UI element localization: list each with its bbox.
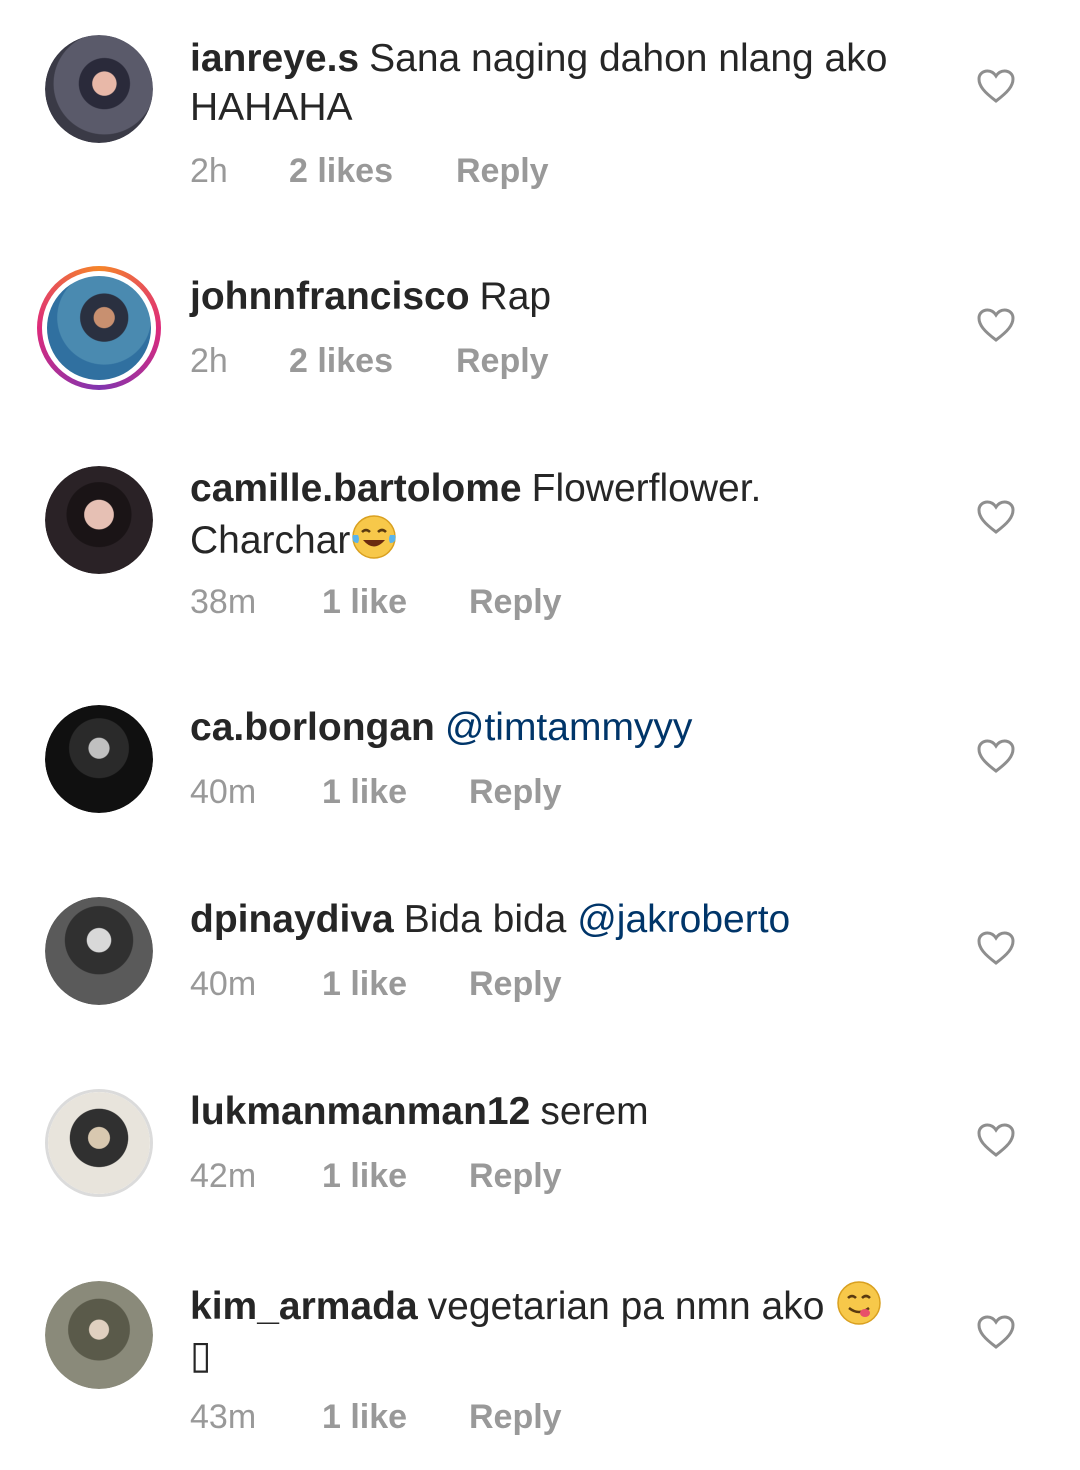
reply-button[interactable]: Reply	[469, 1398, 562, 1437]
comment-meta: 40m 1 like Reply	[190, 965, 562, 1004]
avatar[interactable]	[45, 35, 153, 143]
comment-time: 43m	[190, 1398, 257, 1436]
comment-username[interactable]: dpinaydiva	[190, 898, 394, 941]
reply-button[interactable]: Reply	[469, 773, 562, 812]
yum-emoji-icon	[837, 1281, 881, 1325]
comment-text: serem	[540, 1090, 649, 1133]
comment-likes[interactable]: 1 like	[322, 1157, 469, 1196]
reply-button[interactable]: Reply	[456, 152, 549, 191]
trailing-glyph: ▯	[190, 1334, 212, 1377]
comment-meta: 2h 2 likes Reply	[190, 342, 549, 381]
comment-body: lukmanmanman12 serem	[190, 1087, 930, 1136]
avatar[interactable]	[45, 897, 153, 1005]
comment-mention-link[interactable]: @jakroberto	[577, 898, 790, 941]
comment-meta: 38m 1 like Reply	[190, 583, 562, 622]
avatar[interactable]	[45, 1281, 153, 1389]
reply-button[interactable]: Reply	[456, 342, 549, 381]
avatar[interactable]	[45, 466, 153, 574]
comment-likes[interactable]: 1 like	[322, 773, 469, 812]
comment-username[interactable]: lukmanmanman12	[190, 1090, 530, 1133]
comment-time: 40m	[190, 773, 257, 811]
comment-likes[interactable]: 1 like	[322, 583, 469, 622]
comment-likes[interactable]: 2 likes	[289, 342, 456, 381]
heart-icon[interactable]	[976, 499, 1016, 535]
comment-username[interactable]: ianreye.s	[190, 37, 359, 80]
comment-likes[interactable]: 2 likes	[289, 152, 456, 191]
comment-body: camille.bartolome Flowerflower. Charchar	[190, 464, 930, 565]
heart-icon[interactable]	[976, 930, 1016, 966]
comment-body: dpinaydiva Bida bida @jakroberto	[190, 895, 930, 944]
heart-icon[interactable]	[976, 738, 1016, 774]
comment-meta: 40m 1 like Reply	[190, 773, 562, 812]
comment-username[interactable]: ca.borlongan	[190, 706, 435, 749]
comment-text: Bida bida	[403, 898, 567, 941]
comment-mention-link[interactable]: @timtammyyy	[445, 706, 693, 749]
comment-body: kim_armada vegetarian pa nmn ako ▯	[190, 1279, 930, 1380]
reply-button[interactable]: Reply	[469, 583, 562, 622]
comment-username[interactable]: camille.bartolome	[190, 467, 522, 510]
avatar[interactable]	[45, 705, 153, 813]
comment-text: Rap	[479, 275, 552, 318]
comment-time: 38m	[190, 583, 257, 621]
comment-time: 42m	[190, 1157, 257, 1195]
comment-username[interactable]: johnnfrancisco	[190, 275, 470, 318]
comment-body: johnnfrancisco Rap	[190, 272, 930, 321]
heart-icon[interactable]	[976, 307, 1016, 343]
comment-likes[interactable]: 1 like	[322, 965, 469, 1004]
tears-of-joy-emoji-icon	[352, 515, 397, 559]
heart-icon[interactable]	[976, 1314, 1016, 1350]
comment-body: ianreye.s Sana naging dahon nlang ako HAH…	[190, 34, 930, 132]
comment-time: 2h	[190, 342, 228, 380]
comment-username[interactable]: kim_armada	[190, 1285, 418, 1328]
comment-meta: 43m 1 like Reply	[190, 1398, 562, 1437]
reply-button[interactable]: Reply	[469, 1157, 562, 1196]
heart-icon[interactable]	[976, 1122, 1016, 1158]
comment-text: vegetarian pa nmn ako	[427, 1285, 825, 1328]
heart-icon[interactable]	[976, 68, 1016, 104]
comment-meta: 42m 1 like Reply	[190, 1157, 562, 1196]
comment-time: 40m	[190, 965, 257, 1003]
comment-time: 2h	[190, 152, 228, 190]
reply-button[interactable]: Reply	[469, 965, 562, 1004]
avatar[interactable]	[45, 1089, 153, 1197]
comment-meta: 2h 2 likes Reply	[190, 152, 549, 191]
comment-likes[interactable]: 1 like	[322, 1398, 469, 1437]
comment-body: ca.borlongan @timtammyyy	[190, 703, 930, 752]
avatar[interactable]	[37, 266, 161, 390]
